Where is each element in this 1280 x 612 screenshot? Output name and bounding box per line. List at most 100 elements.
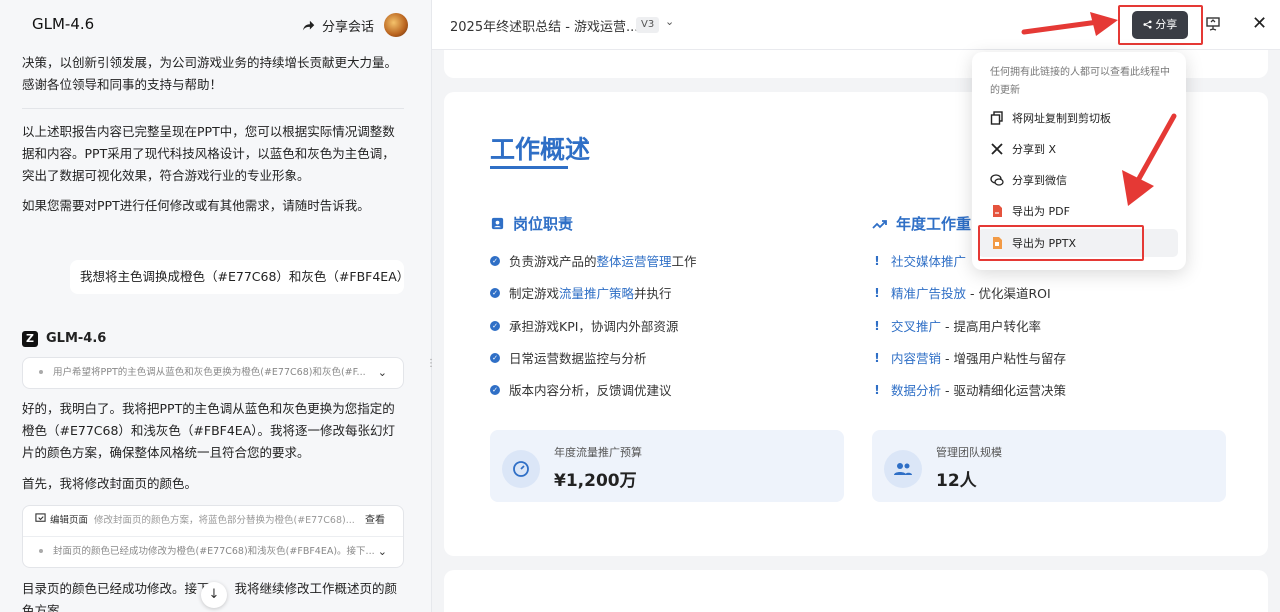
chevron-down-icon[interactable]: ⌄	[378, 537, 387, 567]
list-item: ! 社交媒体推广	[872, 251, 966, 270]
list-item: ✓ 版本内容分析，反馈调优建议	[490, 380, 672, 399]
section-title-text: 年度工作重	[896, 215, 972, 233]
thinking-collapsible[interactable]: 用户希望将PPT的主色调从蓝色和灰色更换为橙色(#E77C68)和灰色(#F..…	[22, 357, 404, 389]
share-to-wechat-menu-item[interactable]: 分享到微信	[978, 166, 1178, 194]
section-title: 年度工作重	[872, 213, 971, 234]
slide-title: 工作概述	[490, 135, 591, 164]
wechat-icon	[990, 174, 1004, 186]
assistant-message-text: 以上述职报告内容已完整呈现在PPT中，您可以根据实际情况调整数据和内容。PPT采…	[22, 124, 395, 183]
annotation-highlight-box	[1118, 5, 1203, 45]
share-chat-label: 分享会话	[322, 20, 375, 35]
list-item-text: 承担游戏KPI，协调内外部资源	[509, 319, 679, 334]
glm-logo-icon: Z	[22, 331, 38, 347]
assistant-label: Z GLM-4.6	[22, 328, 106, 350]
preview-pane: 工作概述 岗位职责 年度工作重 ✓ 负责游戏产品的整体运营管理工作 ✓ 制定游戏流量…	[432, 0, 1280, 612]
stat-value: ¥1,200万	[554, 471, 637, 491]
id-badge-icon	[491, 217, 504, 230]
list-item: ! 交叉推广 - 提高用户转化率	[872, 316, 1041, 335]
check-icon: ✓	[490, 352, 500, 363]
chat-header: GLM-4.6 分享会话	[0, 0, 431, 52]
scroll-down-button[interactable]: ↓	[201, 582, 227, 608]
exclamation-icon: !	[874, 318, 880, 333]
text: 并执行	[634, 286, 672, 301]
stat-value: 12人	[936, 471, 977, 491]
text: - 驱动精细化运营决策	[941, 383, 1066, 398]
close-icon[interactable]: ✕	[1252, 13, 1267, 34]
highlight-text: 数据分析	[891, 383, 942, 398]
assistant-message-text: 好的，我明白了。我将把PPT的主色调从蓝色和灰色更换为您指定的橙色（#E77C6…	[22, 401, 395, 460]
view-button[interactable]: 查看	[365, 506, 385, 536]
text: - 优化渠道ROI	[966, 286, 1051, 301]
list-item: ! 精准广告投放 - 优化渠道ROI	[872, 283, 1051, 302]
menu-item-label: 分享到 X	[1012, 143, 1057, 156]
tool-call-label: 编辑页面	[50, 515, 89, 526]
list-item-text: 精准广告投放 - 优化渠道ROI	[891, 283, 1051, 302]
list-item: ✓ 制定游戏流量推广策略并执行	[490, 283, 672, 302]
annotation-highlight-box	[978, 225, 1144, 261]
share-to-x-menu-item[interactable]: 分享到 X	[978, 135, 1178, 163]
presentation-icon[interactable]	[1205, 16, 1221, 32]
highlight-text: 流量推广策略	[559, 286, 635, 301]
highlight-text: 整体运营管理	[596, 254, 672, 269]
menu-item-label: 将网址复制到剪切板	[1012, 112, 1111, 125]
highlight-text: 内容营销	[891, 351, 942, 366]
resize-handle[interactable]: ⋮	[426, 359, 436, 374]
exclamation-icon: !	[874, 350, 880, 365]
text: - 提高用户转化率	[941, 319, 1041, 334]
list-item-text: 制定游戏流量推广策略并执行	[509, 283, 672, 302]
stat-label: 年度流量推广预算	[554, 446, 642, 459]
highlight-text: 交叉推广	[891, 319, 942, 334]
list-item-text: 日常运营数据监控与分析	[509, 351, 647, 366]
export-pdf-menu-item[interactable]: 导出为 PDF	[978, 197, 1178, 225]
list-item: ! 内容营销 - 增强用户粘性与留存	[872, 348, 1066, 367]
exclamation-icon: !	[874, 382, 880, 397]
bullet-icon	[39, 548, 43, 553]
chevron-down-icon[interactable]: ⌄	[378, 358, 387, 388]
list-item-text: 内容营销 - 增强用户粘性与留存	[891, 348, 1066, 367]
divider	[22, 108, 404, 109]
list-item: ! 数据分析 - 驱动精细化运营决策	[872, 380, 1066, 399]
list-item-text: 负责游戏产品的整体运营管理工作	[509, 251, 697, 270]
stat-label: 管理团队规模	[936, 446, 1002, 459]
section-title-text: 岗位职责	[513, 215, 574, 233]
x-logo-icon	[991, 143, 1003, 155]
section-title: 岗位职责	[490, 213, 573, 234]
text: - 增强用户粘性与留存	[941, 351, 1066, 366]
check-icon: ✓	[490, 320, 500, 331]
tool-result-summary: 封面页的颜色已经成功修改为橙色(#E77C68)和浅灰色(#FBF4EA)。接下…	[53, 546, 375, 557]
text: 制定游戏	[509, 286, 560, 301]
avatar[interactable]	[384, 13, 408, 37]
exclamation-icon: !	[874, 285, 880, 300]
text: 工作	[671, 254, 697, 269]
highlight-text: 社交媒体推广	[891, 254, 967, 269]
chevron-down-icon[interactable]: ⌄	[665, 15, 674, 28]
thinking-summary: 用户希望将PPT的主色调从蓝色和灰色更换为橙色(#E77C68)和灰色(#F..…	[53, 367, 366, 378]
app-title: GLM-4.6	[32, 15, 95, 33]
copy-icon	[990, 111, 1003, 125]
highlight-text: 精准广告投放	[891, 286, 967, 301]
arrow-down-icon: ↓	[208, 587, 220, 602]
version-badge[interactable]: V3	[636, 17, 660, 33]
stat-card: 管理团队规模 12人	[872, 430, 1226, 502]
list-item: ✓ 日常运营数据监控与分析	[490, 348, 647, 367]
check-icon: ✓	[490, 255, 500, 266]
assistant-name: GLM-4.6	[46, 331, 107, 346]
chat-pane: 们取得了显著的成绩。展望2026年，我将继续带领团队，以数据驱动决策，以创新引领…	[0, 0, 432, 612]
tool-call-card: 编辑页面 修改封面页的颜色方案，将蓝色部分替换为橙色(#E77C68)... 查看…	[22, 505, 404, 568]
list-item-text: 数据分析 - 驱动精细化运营决策	[891, 380, 1066, 399]
tool-result-collapsible[interactable]: 封面页的颜色已经成功修改为橙色(#E77C68)和浅灰色(#FBF4EA)。接下…	[23, 537, 403, 568]
exclamation-icon: !	[874, 253, 880, 268]
edit-page-icon	[35, 513, 46, 522]
list-item-text: 交叉推广 - 提高用户转化率	[891, 316, 1041, 335]
list-item: ✓ 负责游戏产品的整体运营管理工作	[490, 251, 697, 270]
share-chat-button[interactable]: 分享会话	[302, 16, 374, 35]
text: 负责游戏产品的	[509, 254, 597, 269]
preview-header: 2025年终述职总结 - 游戏运营... V3 ⌄ 分享 ✕	[432, 0, 1280, 50]
tool-call-header: 编辑页面 修改封面页的颜色方案，将蓝色部分替换为橙色(#E77C68)... 查看	[23, 506, 403, 537]
share-menu-note: 任何拥有此链接的人都可以查看此线程中的更新	[990, 67, 1170, 96]
list-item: ✓ 承担游戏KPI，协调内外部资源	[490, 316, 678, 335]
copy-link-menu-item[interactable]: 将网址复制到剪切板	[978, 104, 1178, 132]
next-slide	[444, 570, 1268, 612]
menu-item-label: 导出为 PDF	[1012, 205, 1070, 218]
check-icon: ✓	[490, 384, 500, 395]
